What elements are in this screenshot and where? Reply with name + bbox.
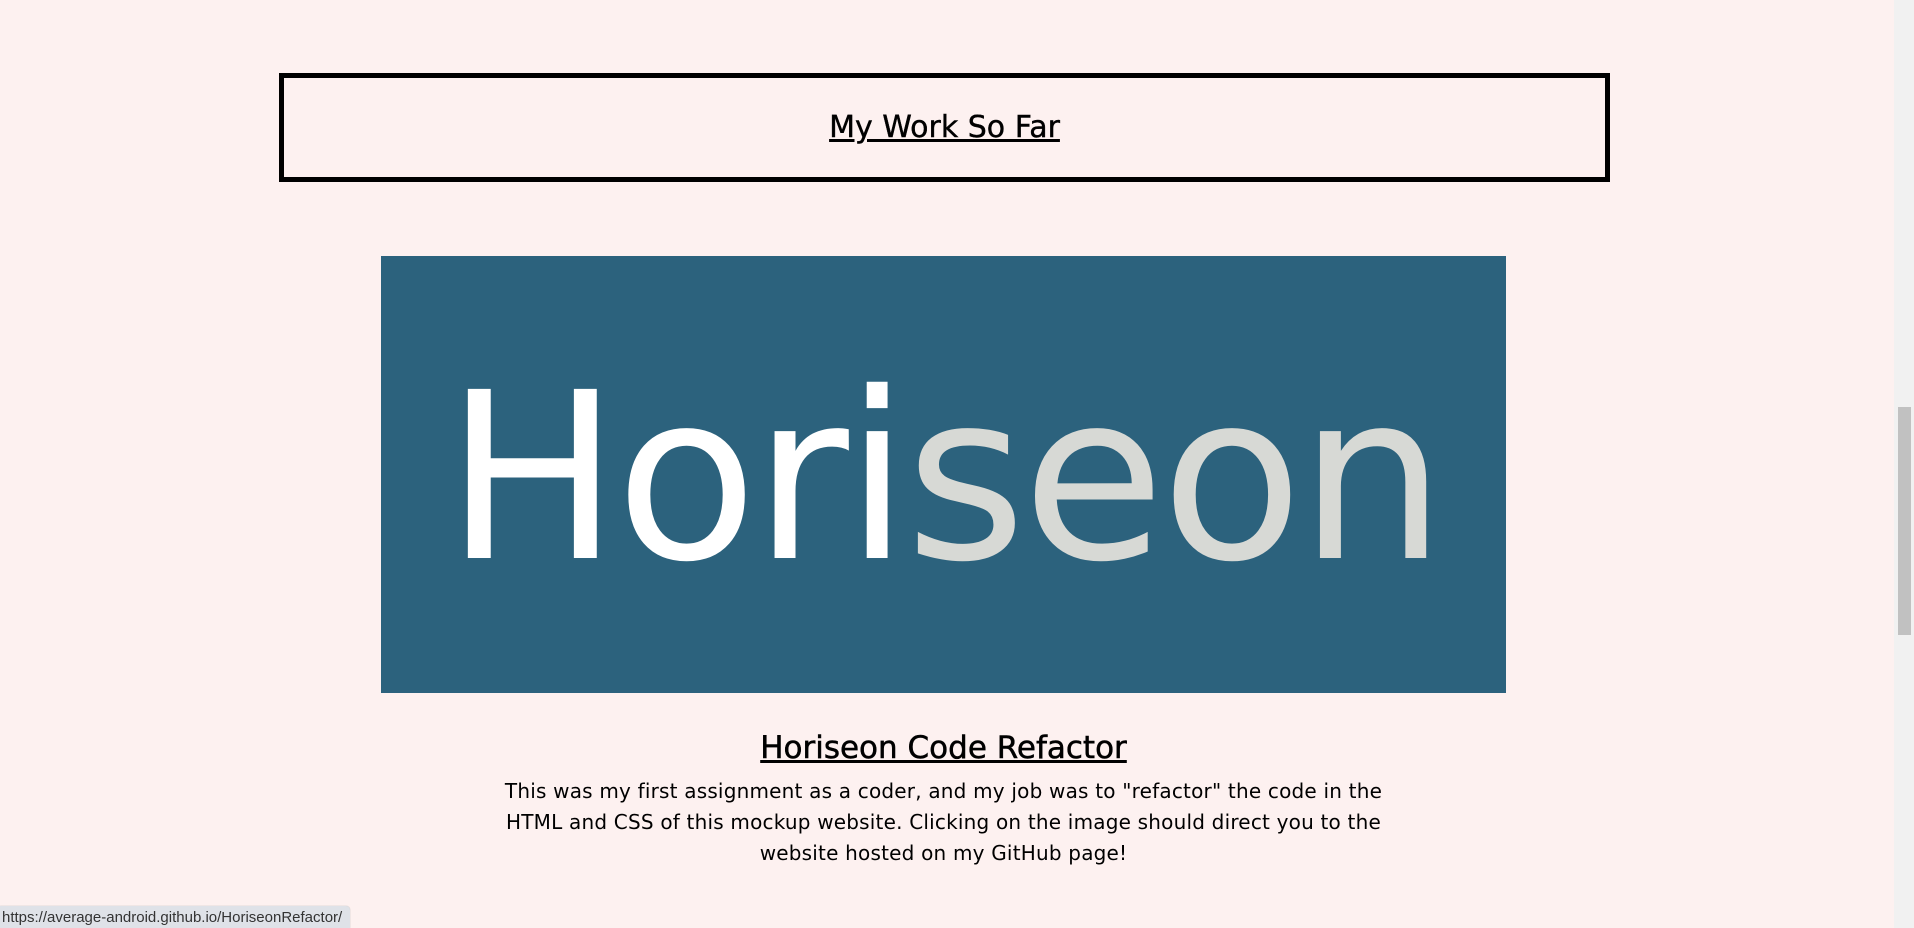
project-description: This was my first assignment as a coder,… [504, 779, 1383, 865]
horiseon-project-image-link[interactable]: Horiseon [381, 256, 1506, 693]
vertical-scrollbar[interactable] [1894, 0, 1914, 928]
scrollbar-thumb[interactable] [1898, 407, 1911, 635]
logo-text-part-a: Hori [445, 342, 909, 613]
horiseon-logo: Horiseon [445, 362, 1446, 594]
logo-text-part-b: seon [905, 342, 1446, 613]
page: My Work So Far Horiseon Horiseon Code Re… [0, 0, 1894, 928]
section-title: My Work So Far [829, 110, 1060, 145]
project-title: Horiseon Code Refactor [760, 730, 1127, 767]
section-header-box: My Work So Far [279, 73, 1610, 182]
status-bar-url: https://average-android.github.io/Horise… [0, 906, 351, 928]
